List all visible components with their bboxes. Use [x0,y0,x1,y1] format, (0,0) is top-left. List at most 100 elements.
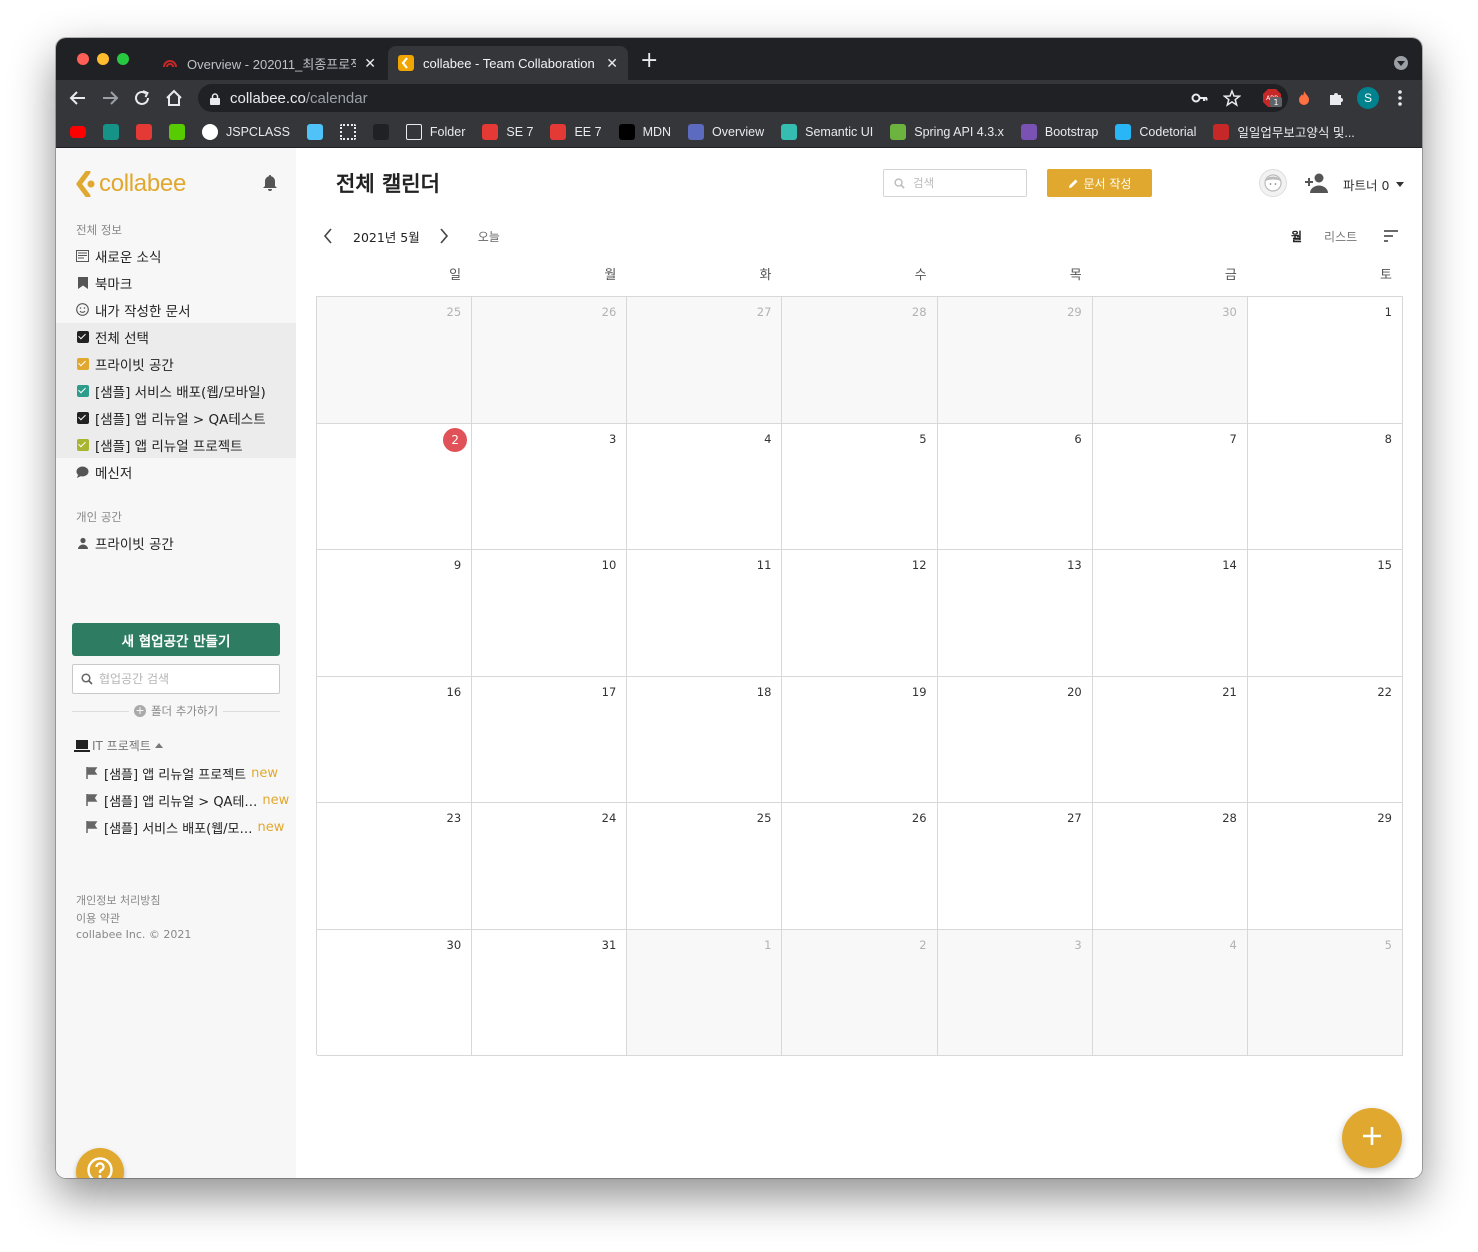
bookmark-item[interactable]: MDN [618,123,671,140]
calendar-day-cell[interactable]: 9 [317,550,473,677]
address-bar[interactable]: collabee.co/calendar [198,84,1288,112]
bookmark-item[interactable]: SE 7 [482,123,533,140]
calendar-day-cell[interactable]: 30 [1092,297,1248,424]
calendar-day-cell[interactable]: 26 [472,297,628,424]
forward-icon[interactable] [98,86,122,110]
new-tab-button[interactable]: + [640,50,658,72]
calendar-day-cell[interactable]: 16 [317,676,473,803]
checkbox-icon[interactable] [76,411,89,424]
calendar-day-cell[interactable]: 7 [1092,423,1248,550]
folder-it-project[interactable]: IT 프로젝트 [74,737,163,754]
bookmark-item[interactable] [103,123,119,140]
key-icon[interactable] [1190,88,1210,108]
add-fab-button[interactable] [1342,1108,1402,1168]
search-input[interactable] [913,176,1023,190]
tab-search-icon[interactable] [1394,56,1408,70]
sidebar-item-my-docs[interactable]: 내가 작성한 문서 [56,296,296,323]
minimize-window-button[interactable] [97,53,109,65]
calendar-day-cell[interactable]: 2 [317,423,473,550]
calendar-day-cell[interactable]: 24 [472,803,628,930]
reload-icon[interactable] [130,86,154,110]
checkbox-icon[interactable] [76,384,89,397]
profile-avatar[interactable]: S [1357,87,1379,109]
write-document-button[interactable]: 문서 작성 [1047,169,1152,197]
view-list-button[interactable]: 리스트 [1324,228,1357,245]
calendar-day-cell[interactable]: 3 [937,929,1093,1056]
calendar-day-cell[interactable]: 27 [937,803,1093,930]
add-folder-button[interactable]: + 폴더 추가하기 [72,703,280,719]
checkbox-service-deploy[interactable]: [샘플] 서비스 배포(웹/모바일) [56,377,296,404]
home-icon[interactable] [162,86,186,110]
privacy-policy-link[interactable]: 개인정보 처리방침 [76,892,160,908]
sidebar-item-bookmark[interactable]: 북마크 [56,269,296,296]
bookmark-item[interactable] [339,123,356,140]
calendar-day-cell[interactable]: 1 [627,929,783,1056]
calendar-day-cell[interactable]: 4 [627,423,783,550]
calendar-day-cell[interactable]: 28 [1092,803,1248,930]
tab-collabee[interactable]: collabee - Team Collaboration Software ✕ [388,46,628,80]
calendar-day-cell[interactable]: 21 [1092,676,1248,803]
bookmark-item[interactable] [306,123,323,140]
bookmark-item[interactable] [169,123,185,140]
calendar-day-cell[interactable]: 31 [472,929,628,1056]
bookmark-item[interactable]: EE 7 [550,123,602,140]
bookmark-item[interactable]: 일일업무보고양식 및... [1213,122,1355,141]
calendar-day-cell[interactable]: 23 [317,803,473,930]
calendar-day-cell[interactable]: 8 [1247,423,1403,550]
more-vert-icon[interactable] [1390,88,1410,108]
calendar-day-cell[interactable]: 19 [782,676,938,803]
star-icon[interactable] [1222,88,1242,108]
calendar-day-cell[interactable]: 5 [1247,929,1403,1056]
bell-icon[interactable] [262,174,278,192]
calendar-day-cell[interactable]: 29 [937,297,1093,424]
workspace-search-input[interactable] [99,672,269,686]
calendar-day-cell[interactable]: 5 [782,423,938,550]
add-user-icon[interactable] [1303,172,1329,194]
bookmark-item[interactable]: Spring API 4.3.x [890,123,1004,140]
calendar-day-cell[interactable]: 12 [782,550,938,677]
help-button[interactable] [76,1148,124,1178]
project-app-renewal[interactable]: [샘플] 앱 리뉴얼 프로젝트 new [86,762,278,784]
fire-icon[interactable] [1294,88,1314,108]
calendar-day-cell[interactable]: 13 [937,550,1093,677]
checkbox-app-renewal[interactable]: [샘플] 앱 리뉴얼 프로젝트 [56,431,296,458]
tab-overview[interactable]: Overview - 202011_최종프로젝트 ✕ [152,46,386,80]
bookmark-item[interactable]: Bootstrap [1020,123,1098,140]
calendar-day-cell[interactable]: 26 [782,803,938,930]
calendar-day-cell[interactable]: 18 [627,676,783,803]
sidebar-item-private-space[interactable]: 프라이빗 공간 [56,529,296,556]
calendar-day-cell[interactable]: 30 [317,929,473,1056]
bookmark-item[interactable] [70,125,86,138]
sidebar-item-news[interactable]: 새로운 소식 [56,242,296,269]
calendar-day-cell[interactable]: 29 [1247,803,1403,930]
bookmark-item[interactable]: Overview [688,123,764,140]
checkbox-select-all[interactable]: 전체 선택 [56,323,296,350]
partner-dropdown[interactable]: 파트너 0 [1343,175,1405,194]
calendar-day-cell[interactable]: 1 [1247,297,1403,424]
maximize-window-button[interactable] [117,53,129,65]
checkbox-private-space[interactable]: 프라이빗 공간 [56,350,296,377]
bookmark-item[interactable]: Codetorial [1115,123,1196,140]
calendar-day-cell[interactable]: 25 [317,297,473,424]
avatar[interactable] [1259,169,1287,197]
calendar-day-cell[interactable]: 4 [1092,929,1248,1056]
terms-link[interactable]: 이용 약관 [76,910,120,926]
calendar-day-cell[interactable]: 14 [1092,550,1248,677]
project-qa-test[interactable]: [샘플] 앱 리뉴얼 > QA테… new [86,789,289,811]
bookmark-item[interactable]: Semantic UI [781,123,873,140]
bookmark-item[interactable]: Folder [405,123,465,140]
calendar-day-cell[interactable]: 11 [627,550,783,677]
calendar-day-cell[interactable]: 28 [782,297,938,424]
create-workspace-button[interactable]: 새 협업공간 만들기 [72,623,280,656]
prev-month-icon[interactable] [318,225,338,247]
collabee-logo[interactable]: collabee [76,169,186,199]
calendar-day-cell[interactable]: 10 [472,550,628,677]
sort-icon[interactable] [1383,228,1399,242]
view-month-button[interactable]: 월 [1291,228,1302,245]
close-window-button[interactable] [77,53,89,65]
calendar-day-cell[interactable]: 22 [1247,676,1403,803]
close-icon[interactable]: ✕ [606,55,618,72]
calendar-day-cell[interactable]: 27 [627,297,783,424]
bookmark-item[interactable] [136,123,152,140]
sidebar-item-messenger[interactable]: 메신저 [56,458,296,485]
